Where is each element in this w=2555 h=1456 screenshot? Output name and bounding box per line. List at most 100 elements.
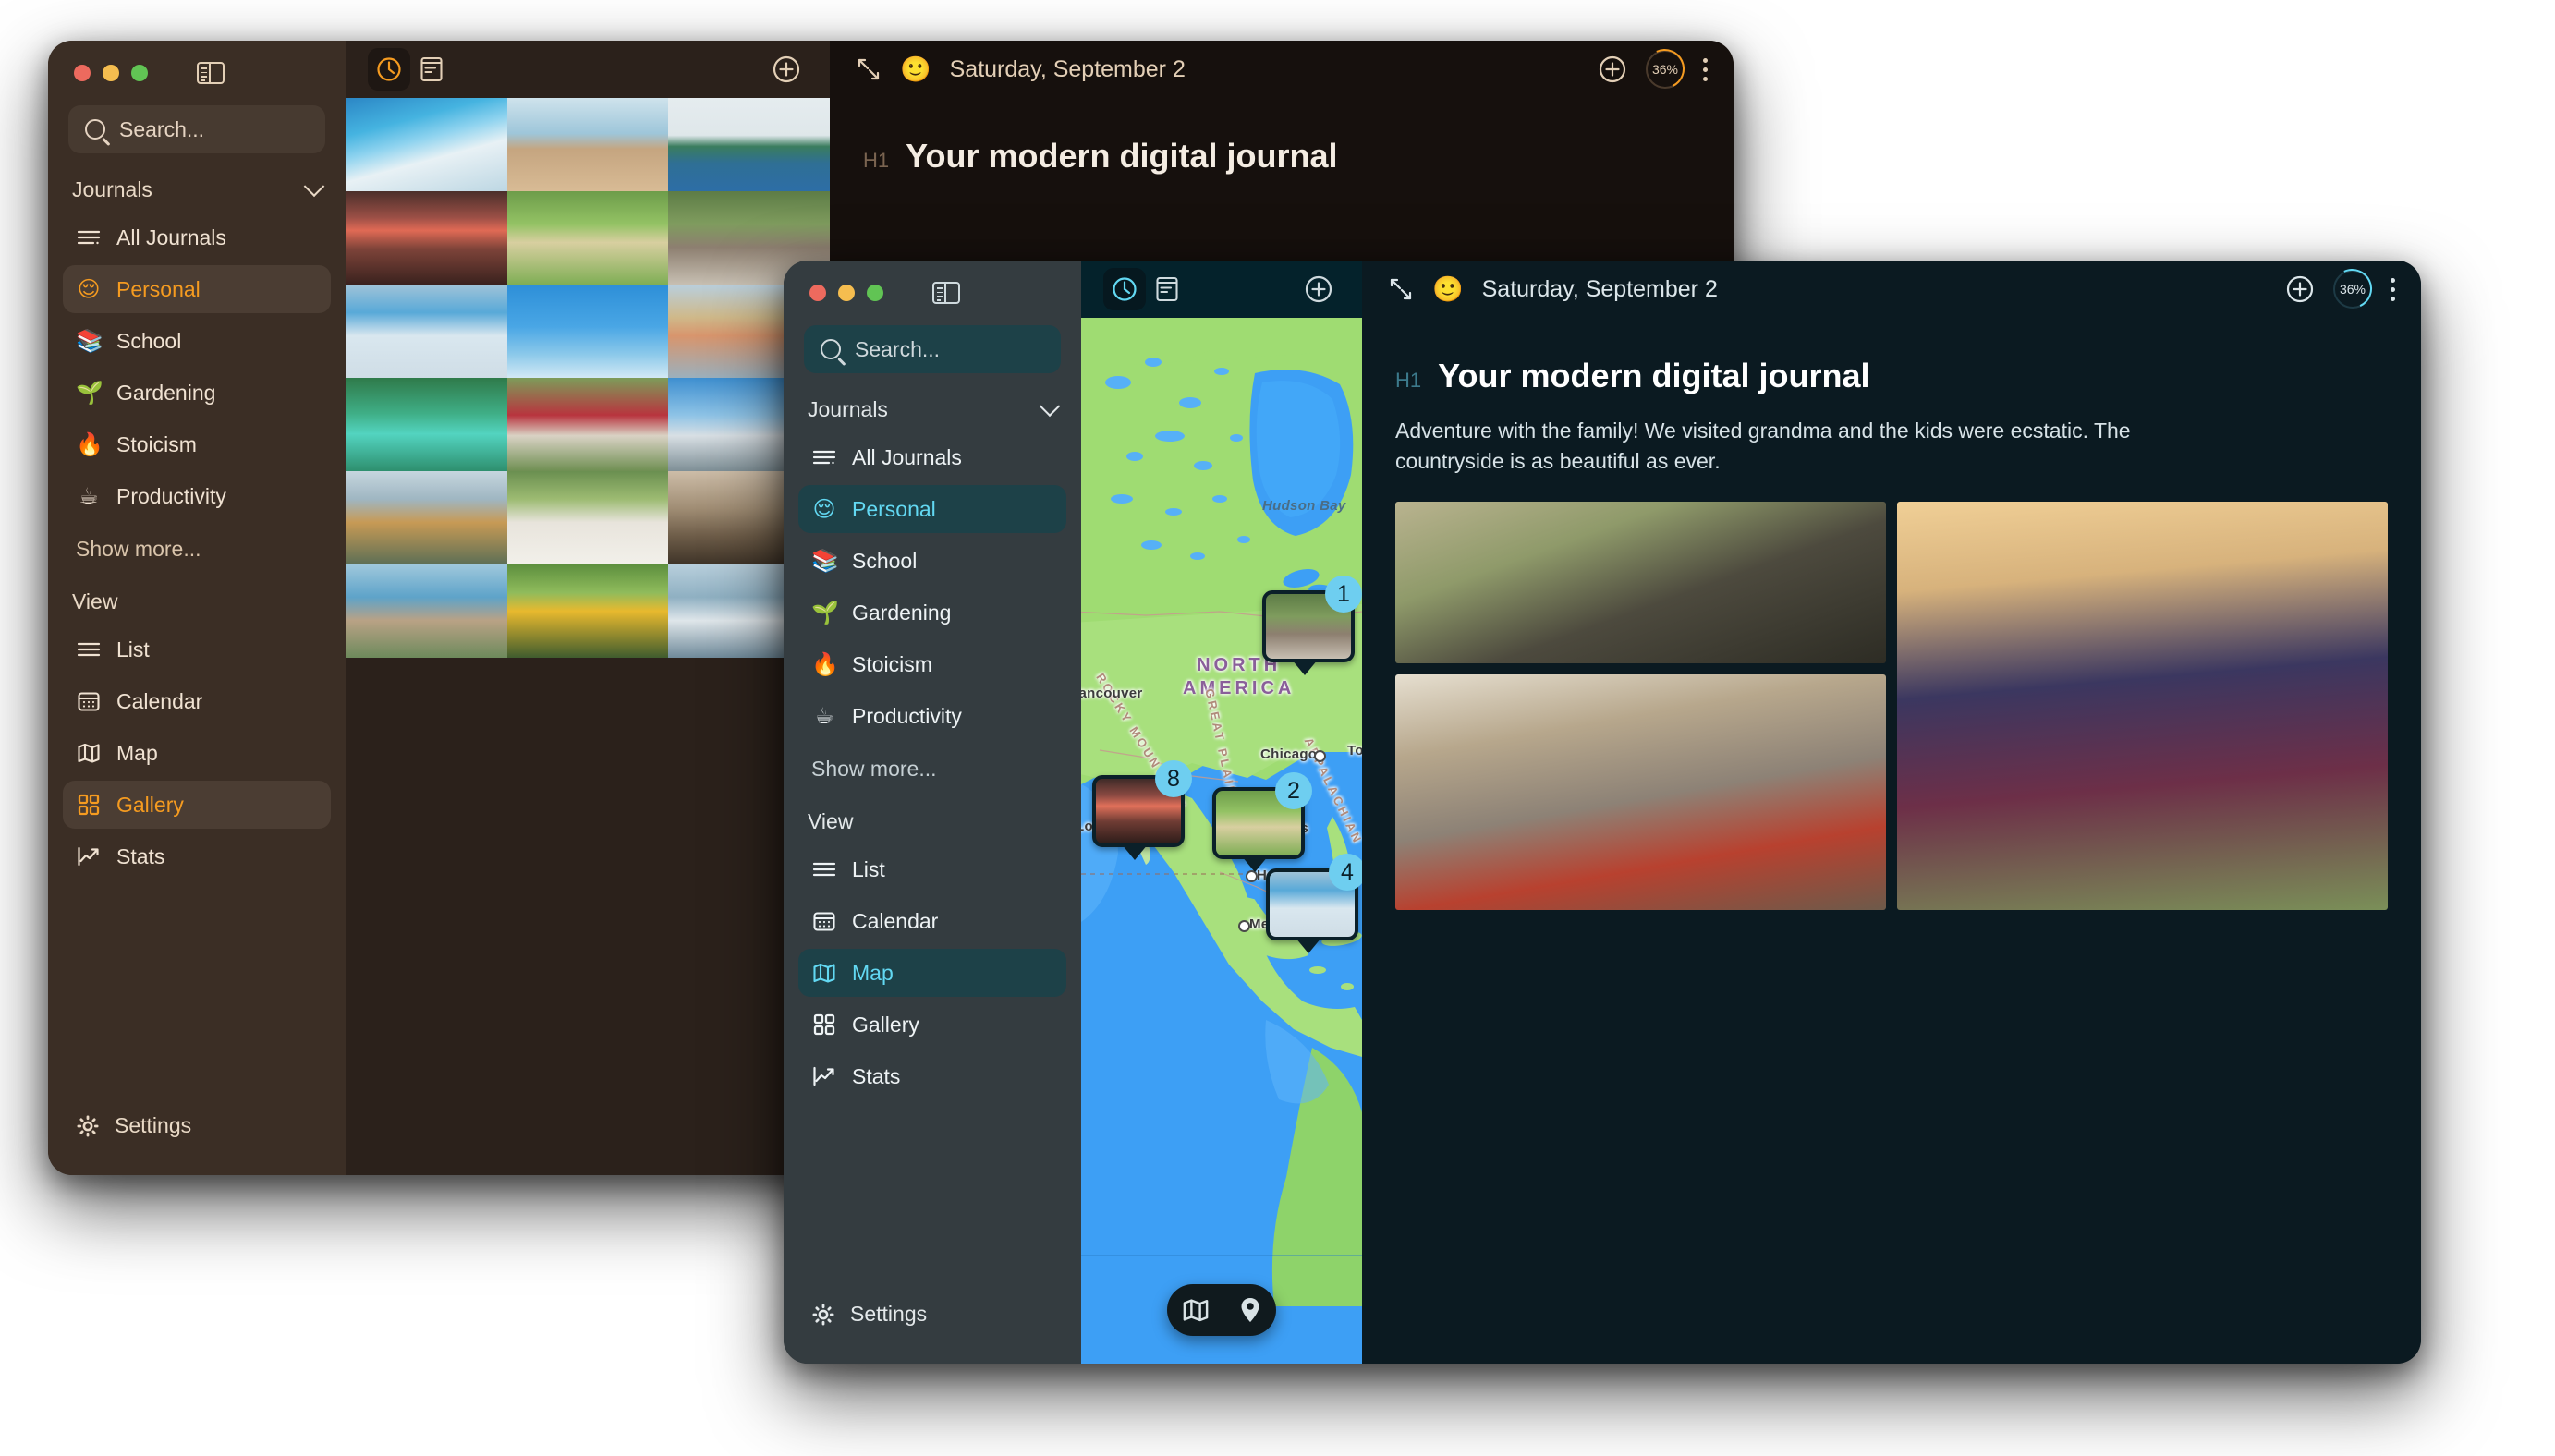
mood-emoji[interactable]: 🙂 (900, 55, 931, 84)
toggle-sidebar-icon[interactable] (932, 281, 960, 305)
map-pin-2[interactable]: 2 (1212, 772, 1312, 872)
sidebar-back: Search... Journals All Journals 😌 Person… (48, 41, 346, 1175)
add-entry-button[interactable] (2285, 274, 2315, 304)
close-button[interactable] (809, 285, 826, 301)
sidebar-item-label: Productivity (116, 483, 226, 508)
map-pane-front: Hudson Bay NORTH AMERICA ROCKY MOUNTAINS… (1081, 261, 1362, 1364)
journals-section-header[interactable]: Journals (48, 153, 346, 212)
maximize-button[interactable] (131, 65, 148, 81)
sidebar-item-gardening[interactable]: 🌱 Gardening (798, 588, 1066, 637)
kebab-menu-icon[interactable] (1703, 57, 1708, 81)
gallery-photo[interactable] (506, 564, 669, 658)
sidebar-item-stoicism[interactable]: 🔥 Stoicism (63, 420, 331, 468)
map-view[interactable]: Hudson Bay NORTH AMERICA ROCKY MOUNTAINS… (1081, 318, 1362, 1364)
settings-button[interactable]: Settings (48, 1113, 346, 1175)
sidebar-item-personal[interactable]: 😌 Personal (798, 485, 1066, 533)
sidebar-item-productivity[interactable]: ☕ Productivity (63, 472, 331, 520)
timeline-tab[interactable] (368, 48, 410, 91)
map-pin-8[interactable]: 8 (1092, 760, 1192, 860)
chevron-down-icon[interactable] (1039, 394, 1061, 417)
sidebar-item-all-journals[interactable]: All Journals (798, 433, 1066, 481)
close-button[interactable] (74, 65, 91, 81)
show-more-journals-button[interactable]: Show more... (784, 742, 1081, 785)
map-controls[interactable] (1167, 1284, 1276, 1336)
sidebar-item-calendar[interactable]: Calendar (63, 677, 331, 725)
sidebar-item-productivity[interactable]: ☕ Productivity (798, 692, 1066, 740)
sidebar-item-map[interactable]: Map (63, 729, 331, 777)
entry-photo-grid[interactable] (1395, 501, 2388, 910)
entry-photo[interactable] (1395, 501, 1886, 663)
sidebar-item-gallery[interactable]: Gallery (798, 1001, 1066, 1049)
gallery-photo[interactable] (506, 98, 669, 191)
photo-gallery-grid[interactable] (346, 98, 830, 1175)
window-controls-front[interactable] (784, 261, 1081, 305)
entries-tab[interactable] (1146, 268, 1188, 310)
journal-window-front[interactable]: Search... Journals All Journals 😌 Person… (784, 261, 2421, 1364)
sidebar-item-all-journals[interactable]: All Journals (63, 213, 331, 261)
maximize-button[interactable] (867, 285, 883, 301)
add-entry-button[interactable] (1598, 55, 1627, 84)
sidebar-item-personal[interactable]: 😌 Personal (63, 265, 331, 313)
sidebar-item-calendar[interactable]: Calendar (798, 897, 1066, 945)
sidebar-item-map[interactable]: Map (798, 949, 1066, 997)
view-section-header: View (784, 785, 1081, 843)
map-pin-1[interactable]: 1 (1262, 576, 1362, 675)
entry-detail-front: 🙂 Saturday, September 2 36% H1 Your mode… (1362, 261, 2421, 1364)
gallery-photo[interactable] (346, 471, 507, 564)
view-heading: View (808, 809, 854, 833)
gallery-photo[interactable] (346, 98, 507, 191)
gallery-photo[interactable] (506, 285, 669, 378)
sidebar-item-school[interactable]: 📚 School (63, 317, 331, 365)
gallery-photo[interactable] (346, 191, 507, 285)
sidebar-item-stoicism[interactable]: 🔥 Stoicism (798, 640, 1066, 688)
gallery-photo[interactable] (506, 471, 669, 564)
add-entry-button[interactable] (765, 48, 808, 91)
progress-ring[interactable]: 36% (1646, 50, 1685, 89)
sidebar-item-list[interactable]: List (798, 845, 1066, 893)
gallery-photo[interactable] (346, 378, 507, 471)
journals-section-header[interactable]: Journals (784, 373, 1081, 431)
sidebar-item-school[interactable]: 📚 School (798, 537, 1066, 585)
sidebar-item-label: Gallery (852, 1012, 919, 1037)
collapse-arrows-icon[interactable] (856, 56, 882, 82)
collapse-arrows-icon[interactable] (1388, 276, 1414, 302)
chevron-down-icon[interactable] (303, 175, 325, 197)
gallery-photo[interactable] (346, 285, 507, 378)
gallery-photo[interactable] (668, 98, 830, 191)
show-more-journals-button[interactable]: Show more... (48, 522, 346, 565)
window-controls-back[interactable] (48, 41, 346, 85)
map-pin-4[interactable]: 4 (1266, 854, 1362, 953)
pin-count-badge: 1 (1325, 576, 1362, 613)
toggle-sidebar-icon[interactable] (197, 61, 225, 85)
search-input[interactable]: Search... (68, 105, 325, 153)
detail-body-back: H1 Your modern digital journal (830, 98, 1734, 176)
search-input[interactable]: Search... (804, 325, 1061, 373)
gallery-photo[interactable] (506, 378, 669, 471)
entry-body-text[interactable]: Adventure with the family! We visited gr… (1395, 416, 2208, 478)
search-placeholder: Search... (119, 116, 205, 141)
mood-emoji[interactable]: 🙂 (1432, 274, 1464, 304)
gallery-photo[interactable] (346, 564, 507, 658)
sidebar-item-list[interactable]: List (63, 625, 331, 673)
kebab-menu-icon[interactable] (2391, 277, 2395, 301)
add-entry-button[interactable] (1297, 268, 1340, 310)
minimize-button[interactable] (838, 285, 855, 301)
list-icon (76, 637, 102, 662)
minimize-button[interactable] (103, 65, 119, 81)
sidebar-item-gallery[interactable]: Gallery (63, 781, 331, 829)
entry-title[interactable]: Your modern digital journal (1438, 357, 1869, 395)
entry-title[interactable]: Your modern digital journal (906, 137, 1337, 176)
books-emoji: 📚 (76, 328, 103, 354)
timeline-tab[interactable] (1103, 268, 1146, 310)
sidebar-item-stats[interactable]: Stats (63, 832, 331, 880)
gallery-photo[interactable] (506, 191, 669, 285)
pin-icon[interactable] (1238, 1296, 1262, 1324)
entries-tab[interactable] (410, 48, 453, 91)
map-style-button[interactable] (1182, 1297, 1210, 1323)
entry-photo[interactable] (1897, 501, 2388, 910)
entry-photo[interactable] (1395, 673, 1886, 910)
progress-ring[interactable]: 36% (2333, 270, 2372, 309)
sidebar-item-gardening[interactable]: 🌱 Gardening (63, 369, 331, 417)
settings-button[interactable]: Settings (784, 1302, 1081, 1364)
sidebar-item-stats[interactable]: Stats (798, 1052, 1066, 1100)
